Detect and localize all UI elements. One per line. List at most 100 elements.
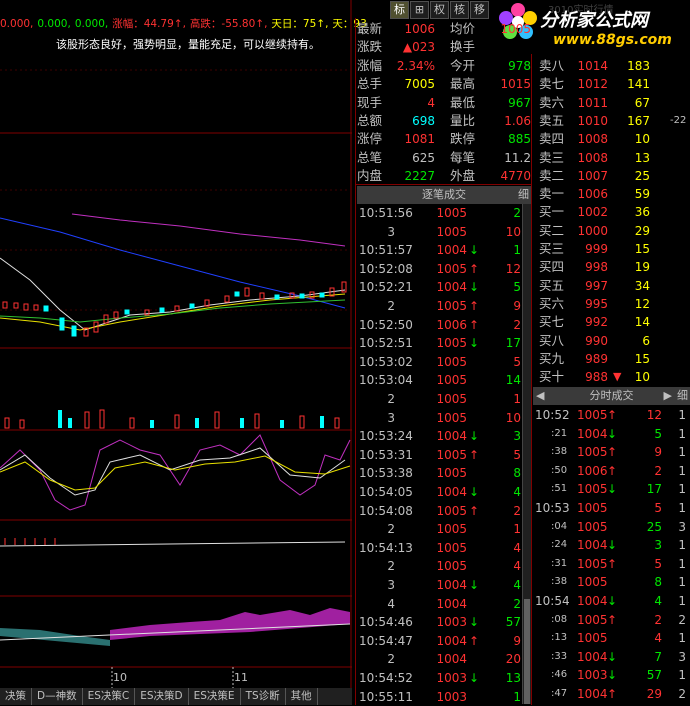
trade-time: 4 <box>387 596 395 611</box>
trade-time: 2 <box>387 392 395 406</box>
minute-trade-volume: 17 <box>646 482 662 497</box>
orderbook-row[interactable]: 买四 998 19 <box>533 258 690 276</box>
minute-trades-prev-icon[interactable]: ◀ <box>536 387 544 405</box>
trade-volume: 2 <box>513 596 521 611</box>
trade-price: 1005 <box>436 447 467 462</box>
minute-trades-detail-button[interactable]: 细 <box>677 387 688 405</box>
chart-header-item: 天日：75↑, <box>271 18 329 30</box>
toolbar-btn-core[interactable]: 核 <box>450 1 469 19</box>
orderbook-row[interactable]: 卖四 1008 10 <box>533 130 690 148</box>
toolbar-btn-rights[interactable]: 权 <box>430 1 449 19</box>
trade-row: 10:52:50 1006 ↑ 2 <box>357 316 523 335</box>
quote-label: 涨跌 <box>357 39 383 55</box>
minute-trade-time: :33 <box>551 650 568 662</box>
orderbook-row[interactable]: 买六 995 12 <box>533 295 690 313</box>
trade-volume: 8 <box>513 466 521 481</box>
indicator-tab[interactable]: D—神数 <box>32 688 83 705</box>
minute-trade-row: :46 1003 ↓ 57 1 <box>533 666 690 685</box>
orderbook-row[interactable]: 卖六 1011 67 <box>533 94 690 112</box>
orderbook-row[interactable]: 卖一 1006 59 <box>533 185 690 203</box>
quote-value: 1006 <box>404 22 435 36</box>
orderbook-row[interactable]: 买五 997 34 <box>533 277 690 295</box>
trade-price: 1004 <box>436 243 467 258</box>
arrow-up-icon: ↑ <box>607 408 618 422</box>
orderbook-row[interactable]: 买二 1000 29 <box>533 222 690 240</box>
arrow-down-icon: ▼ <box>613 370 622 384</box>
indicator-tab[interactable]: ES决策E <box>189 688 241 705</box>
minute-trade-time: 10:53 <box>535 501 570 515</box>
minute-trade-time: :46 <box>551 669 568 681</box>
trades-detail-button[interactable]: 细 <box>518 186 529 204</box>
orderbook-volume: 141 <box>627 77 650 92</box>
trade-price: 1004 <box>436 429 467 444</box>
trade-price: 1005 <box>436 522 467 537</box>
indicator-tab[interactable]: 其他 <box>286 688 318 705</box>
orderbook-label: 买一 <box>539 204 565 220</box>
orderbook-volume: 67 <box>634 95 650 110</box>
chart-header-item: 高跌：-55.80↑, <box>189 18 268 30</box>
toolbar-btn-move[interactable]: 移 <box>470 1 489 19</box>
trade-row: 10:51:57 1004 ↓ 1 <box>357 241 523 260</box>
trade-volume: 9 <box>513 633 521 648</box>
quote-label: 最新 <box>357 21 383 36</box>
orderbook-row[interactable]: 卖三 1008 13 <box>533 149 690 167</box>
trade-row: 3 1005 10 <box>357 223 523 242</box>
orderbook-label: 买五 <box>539 277 565 293</box>
orderbook-row[interactable]: 买七 992 14 <box>533 313 690 331</box>
minute-trade-count: 2 <box>678 687 686 701</box>
orderbook-row[interactable]: 买一 1002 36 <box>533 203 690 221</box>
trade-time: 10:52:21 <box>359 280 413 295</box>
trade-volume: 20 <box>505 652 521 667</box>
trades-header: 逐笔成交 细 <box>357 186 531 204</box>
indicator-tab[interactable]: 决策 <box>0 688 32 705</box>
arrow-down-icon: ↓ <box>468 280 479 295</box>
trade-price: 1005 <box>436 466 467 481</box>
quote-row: 总手 7005 最高 1015 <box>357 75 533 93</box>
quote-value: 4770 <box>500 169 531 184</box>
quote-label: 量比 <box>450 113 476 128</box>
toolbar-btn-grid[interactable]: ⊞ <box>410 1 429 19</box>
minute-trade-volume: 4 <box>654 594 662 608</box>
trades-scrollbar[interactable] <box>522 204 531 704</box>
orderbook-row[interactable]: 买十 988 10 <box>533 368 690 386</box>
minute-trade-time: :08 <box>551 613 568 625</box>
indicator-tab[interactable]: ES决策C <box>83 688 136 705</box>
quote-label: 总额 <box>357 113 383 128</box>
kline-chart-area[interactable]: 0.000, 0.000, 0.000, 涨幅：44.79↑, 高跌：-55.80↑, 天… <box>0 0 367 690</box>
quote-label: 最高 <box>450 76 476 92</box>
chart-header-item: 0.000, <box>37 18 71 30</box>
indicator-tab[interactable]: TS诊断 <box>241 688 286 705</box>
indicator-tab[interactable]: ES决策D <box>135 688 189 705</box>
trade-price: 1005 <box>436 559 467 574</box>
trade-time: 10:53:02 <box>359 354 413 369</box>
trade-volume: 4 <box>513 559 521 574</box>
toolbar-btn-mark[interactable]: 标 <box>390 1 409 19</box>
orderbook-row[interactable]: 卖二 1007 25 <box>533 167 690 185</box>
orderbook-row[interactable]: 买八 990 6 <box>533 332 690 350</box>
orderbook-row[interactable]: 卖七 1012 141 <box>533 75 690 93</box>
minute-trade-count: 3 <box>678 649 686 664</box>
minute-trades-next-icon[interactable]: ▶ <box>664 387 672 405</box>
orderbook-price: 1010 <box>577 113 608 128</box>
orderbook-volume: 14 <box>634 315 650 330</box>
quote-value: 2.34% <box>396 58 435 73</box>
orderbook-row[interactable]: 买三 999 15 <box>533 240 690 258</box>
orderbook-row[interactable]: 买九 989 15 <box>533 350 690 368</box>
trade-time: 2 <box>387 299 395 313</box>
minute-trade-price: 1004 <box>577 687 608 701</box>
trade-volume: 13 <box>505 671 521 685</box>
orderbook-row[interactable]: 卖五 1010 167 <box>533 112 690 130</box>
chart-svg <box>0 0 352 688</box>
minute-trade-price: 1005 <box>577 519 608 534</box>
minute-trade-volume: 57 <box>646 668 662 683</box>
orderbook-row[interactable]: 卖八 1014 183 <box>533 57 690 75</box>
orderbook-price: 998 <box>585 260 608 275</box>
minute-trade-price: 1005 <box>577 631 608 646</box>
trade-time: 10:54:47 <box>359 633 413 648</box>
orderbook-volume: 183 <box>627 59 650 73</box>
minute-trade-count: 1 <box>678 426 686 441</box>
minute-trade-row: :04 1005 25 3 <box>533 518 690 537</box>
minute-trade-row: :38 1005 ↑ 9 1 <box>533 443 690 462</box>
trades-scroll-thumb[interactable] <box>524 599 530 704</box>
trade-row: 10:54:47 1004 ↑ 9 <box>357 632 523 651</box>
